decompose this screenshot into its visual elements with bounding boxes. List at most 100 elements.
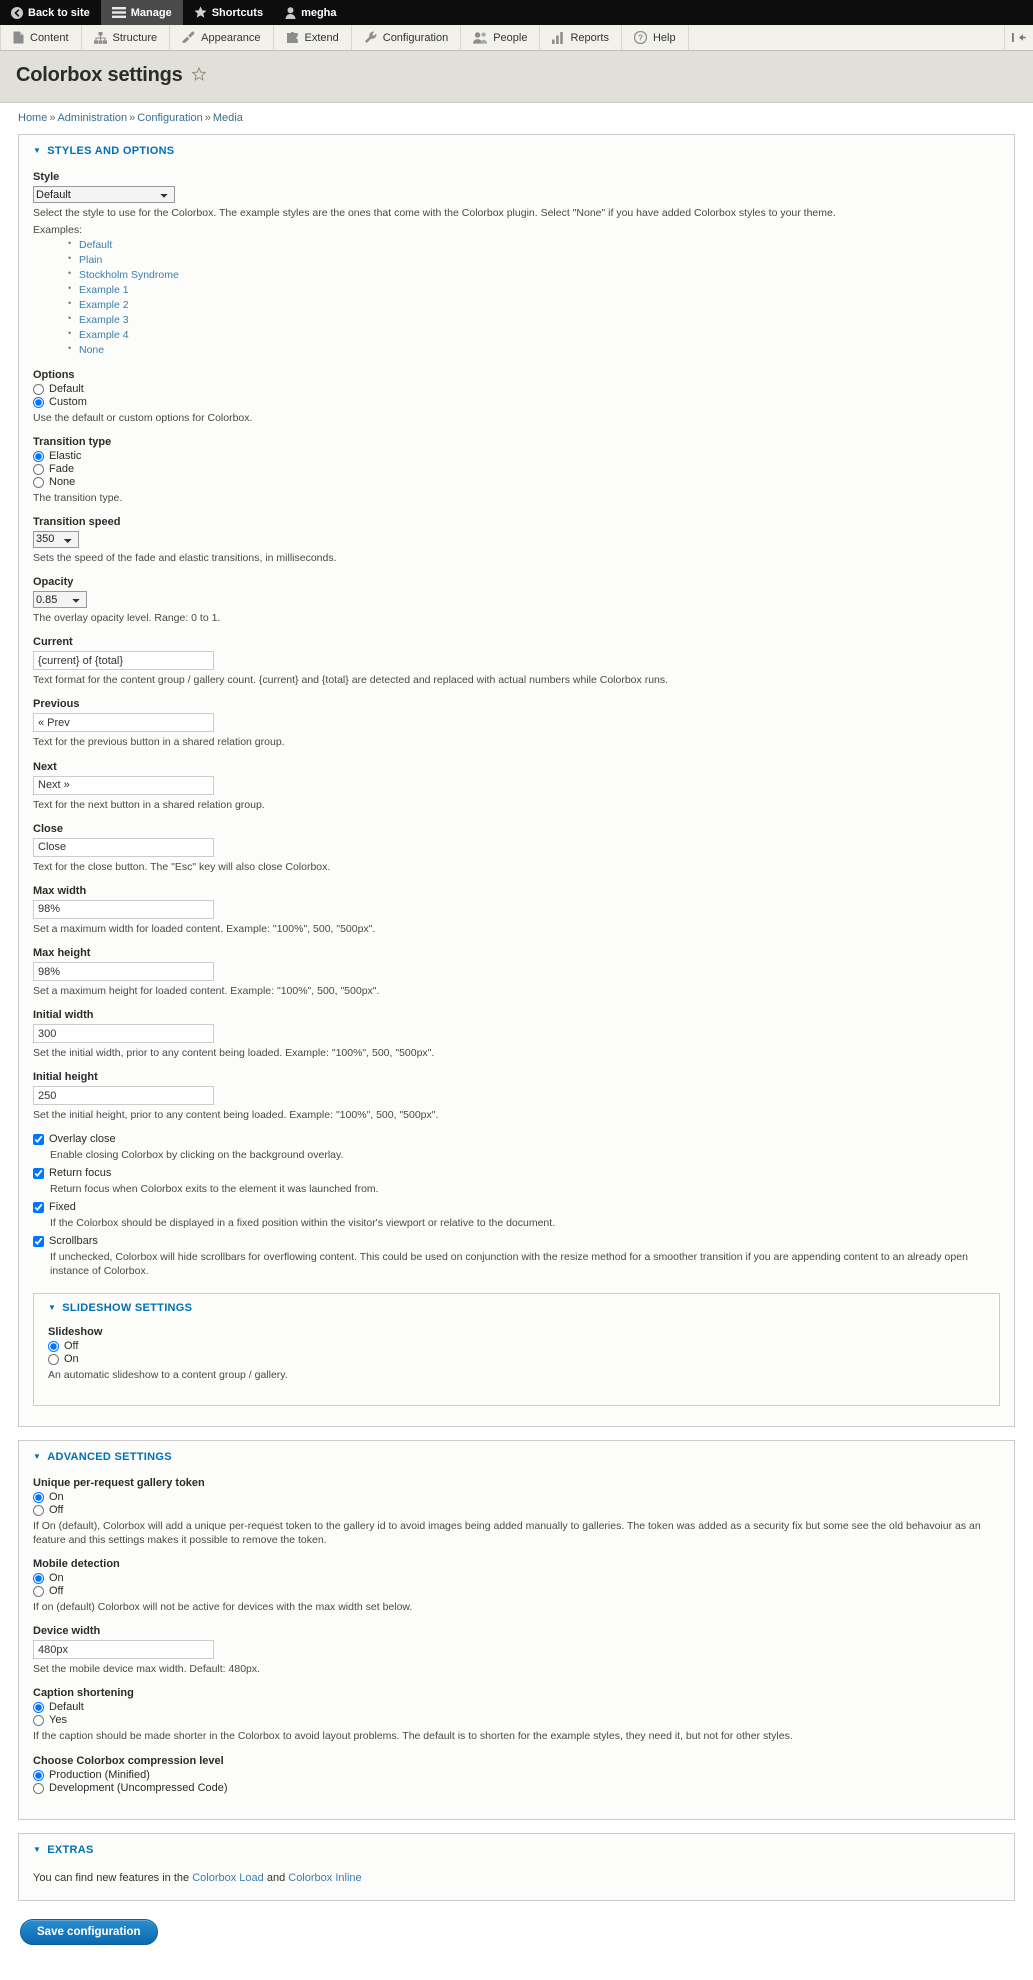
slideshow-radio[interactable] xyxy=(48,1353,59,1365)
return-focus-row: Return focus xyxy=(33,1167,1000,1179)
transition-type-radio-label[interactable]: Elastic xyxy=(49,450,81,462)
device-width-input[interactable] xyxy=(33,1640,214,1660)
transition-type-radio[interactable] xyxy=(33,463,44,475)
caption-shortening-radio[interactable] xyxy=(33,1715,44,1727)
next-input[interactable] xyxy=(33,775,214,795)
save-configuration-button[interactable]: Save configuration xyxy=(20,1919,158,1946)
breadcrumb-item-media[interactable]: Media xyxy=(213,112,243,124)
fixed-label[interactable]: Fixed xyxy=(49,1202,76,1213)
style-example-link[interactable]: Example 2 xyxy=(79,299,129,311)
breadcrumb-item-home[interactable]: Home xyxy=(18,112,47,124)
scrollbars-label[interactable]: Scrollbars xyxy=(49,1236,98,1247)
slideshow-radio-row: Off xyxy=(48,1340,985,1352)
compression-level-label: Choose Colorbox compression level xyxy=(33,1754,224,1767)
style-example-link[interactable]: Stockholm Syndrome xyxy=(79,269,179,281)
mobile-detection-radio[interactable] xyxy=(33,1573,44,1585)
options-radio[interactable] xyxy=(33,383,44,395)
initial-width-input[interactable] xyxy=(33,1024,214,1044)
compression-level-radio-label[interactable]: Development (Uncompressed Code) xyxy=(49,1782,228,1794)
unique-token-radios: On Off xyxy=(33,1491,1000,1516)
return-focus-checkbox[interactable] xyxy=(33,1167,44,1179)
style-example-link[interactable]: Example 1 xyxy=(79,284,129,296)
mobile-detection-radio-label[interactable]: Off xyxy=(49,1586,63,1597)
scrollbars-checkbox[interactable] xyxy=(33,1236,44,1248)
tray-item-appearance[interactable]: Appearance xyxy=(170,25,274,50)
field-max-height: Max height Set a maximum height for load… xyxy=(33,947,1000,998)
compression-level-radio[interactable] xyxy=(33,1769,44,1781)
return-focus-label[interactable]: Return focus xyxy=(49,1167,111,1179)
extras-summary[interactable]: ▼ EXTRAS xyxy=(33,1844,1000,1856)
toolbar-item-label: Manage xyxy=(130,6,172,19)
caption-shortening-radio[interactable] xyxy=(33,1702,44,1714)
field-close: Close Text for the close button. The "Es… xyxy=(33,823,1000,874)
favorite-star-icon[interactable] xyxy=(191,66,207,84)
page-header: Colorbox settings xyxy=(0,51,1033,103)
unique-token-radio-label[interactable]: On xyxy=(49,1491,64,1503)
mobile-detection-radio[interactable] xyxy=(33,1586,44,1598)
colorbox-load-link[interactable]: Colorbox Load xyxy=(192,1872,264,1884)
compression-level-radio[interactable] xyxy=(33,1782,44,1794)
options-radio[interactable] xyxy=(33,396,44,408)
max-width-label: Max width xyxy=(33,884,87,897)
styles-and-options-summary[interactable]: ▼ STYLES AND OPTIONS xyxy=(33,145,1000,157)
tray-item-structure[interactable]: Structure xyxy=(82,25,171,50)
transition-type-radio-label[interactable]: Fade xyxy=(49,463,74,475)
caption-shortening-radio-label[interactable]: Yes xyxy=(49,1715,67,1726)
slideshow-radio[interactable] xyxy=(48,1340,59,1352)
style-example-link[interactable]: Default xyxy=(79,239,112,251)
toolbar-item-user[interactable]: megha xyxy=(274,0,347,25)
style-example-link[interactable]: None xyxy=(79,344,104,356)
max-width-input[interactable] xyxy=(33,899,214,919)
toolbar-item-back-to-site[interactable]: Back to site xyxy=(0,0,101,25)
tray-item-help[interactable]: ? Help xyxy=(622,25,689,50)
breadcrumb-item-administration[interactable]: Administration xyxy=(57,112,127,124)
breadcrumb-item-configuration[interactable]: Configuration xyxy=(137,112,202,124)
transition-speed-label: Transition speed xyxy=(33,515,121,528)
opacity-select[interactable]: 00.050.10.150.20.250.30.350.40.450.50.55… xyxy=(33,591,87,609)
options-radio-row: Default xyxy=(33,383,1000,395)
unique-token-radio[interactable] xyxy=(33,1504,44,1516)
tray-item-people[interactable]: People xyxy=(461,25,541,50)
close-input[interactable] xyxy=(33,837,214,857)
advanced-settings-summary[interactable]: ▼ ADVANCED SETTINGS xyxy=(33,1451,1000,1463)
breadcrumb-separator: » xyxy=(204,112,211,124)
tray-item-label: Reports xyxy=(570,31,609,44)
styles-and-options-panel: ▼ STYLES AND OPTIONS Style DefaultPlainS… xyxy=(18,134,1015,1427)
overlay-close-checkbox[interactable] xyxy=(33,1133,44,1145)
transition-speed-select[interactable]: 100150200250300350400450500550600 xyxy=(33,530,79,548)
transition-type-radio-label[interactable]: None xyxy=(49,476,75,488)
slideshow-radio-label[interactable]: On xyxy=(64,1353,79,1365)
initial-height-input[interactable] xyxy=(33,1086,214,1106)
slideshow-radio-label[interactable]: Off xyxy=(64,1340,78,1352)
transition-type-radio[interactable] xyxy=(33,450,44,462)
overlay-close-label[interactable]: Overlay close xyxy=(49,1133,116,1145)
options-label: Options xyxy=(33,368,75,381)
tray-item-content[interactable]: Content xyxy=(0,25,82,50)
slideshow-settings-summary[interactable]: ▼ SLIDESHOW SETTINGS xyxy=(48,1302,985,1314)
tray-item-reports[interactable]: Reports xyxy=(540,25,622,50)
tray-item-extend[interactable]: Extend xyxy=(274,25,352,50)
style-select[interactable]: DefaultPlainStockholm SyndromeExample 1E… xyxy=(33,186,175,203)
style-example-link[interactable]: Example 3 xyxy=(79,314,129,326)
caption-shortening-radio-label[interactable]: Default xyxy=(49,1702,84,1713)
style-example-link[interactable]: Plain xyxy=(79,254,102,266)
mobile-detection-radio-row: On xyxy=(33,1573,1000,1585)
field-style: Style Default Plain Stockholm Syndrome Exam… xyxy=(33,171,1000,358)
toolbar-item-shortcuts[interactable]: Shortcuts xyxy=(183,0,274,25)
options-radio-label[interactable]: Custom xyxy=(49,396,87,408)
max-height-input[interactable] xyxy=(33,962,214,982)
compression-level-radio-label[interactable]: Production (Minified) xyxy=(49,1769,150,1781)
mobile-detection-radio-label[interactable]: On xyxy=(49,1573,64,1584)
options-radio-label[interactable]: Default xyxy=(49,383,84,395)
toolbar-orientation-toggle[interactable] xyxy=(1005,25,1033,50)
toolbar-item-manage[interactable]: Manage xyxy=(100,0,183,25)
current-input[interactable] xyxy=(33,651,214,671)
previous-input[interactable] xyxy=(33,713,214,733)
tray-item-configuration[interactable]: Configuration xyxy=(352,25,462,50)
fixed-checkbox[interactable] xyxy=(33,1202,44,1213)
transition-type-radio[interactable] xyxy=(33,476,44,488)
colorbox-inline-link[interactable]: Colorbox Inline xyxy=(288,1872,361,1884)
style-example-link[interactable]: Example 4 xyxy=(79,329,129,341)
unique-token-radio-label[interactable]: Off xyxy=(49,1504,63,1516)
unique-token-radio[interactable] xyxy=(33,1491,44,1503)
